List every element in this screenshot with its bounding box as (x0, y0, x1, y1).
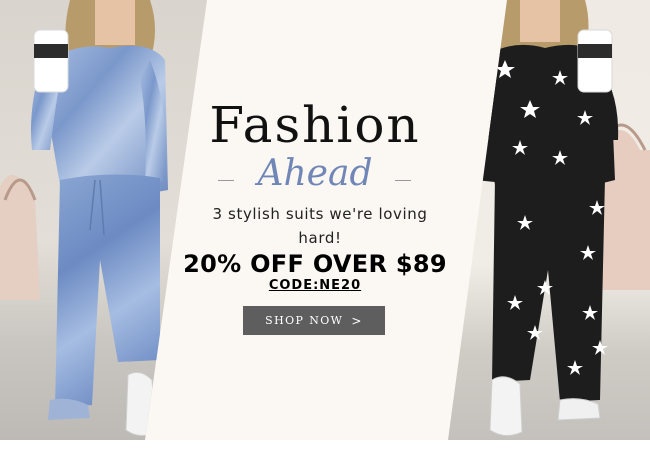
tagline: 3 stylish suits we're loving hard! (212, 205, 428, 247)
subheadline: Ahead (257, 153, 373, 194)
discount-offer: 20% OFF OVER $89 (183, 250, 447, 278)
headline: Fashion (209, 96, 421, 154)
bottom-margin (0, 440, 650, 450)
shop-now-label: SHOP NOW (265, 314, 344, 327)
right-divider (395, 180, 411, 181)
chevron-right-icon: > (351, 313, 363, 328)
promo-code: CODE:NE20 (268, 278, 362, 293)
shop-now-button[interactable]: SHOP NOW > (243, 306, 385, 335)
promo-banner[interactable]: Fashion Ahead 3 stylish suits we're lovi… (0, 0, 650, 440)
